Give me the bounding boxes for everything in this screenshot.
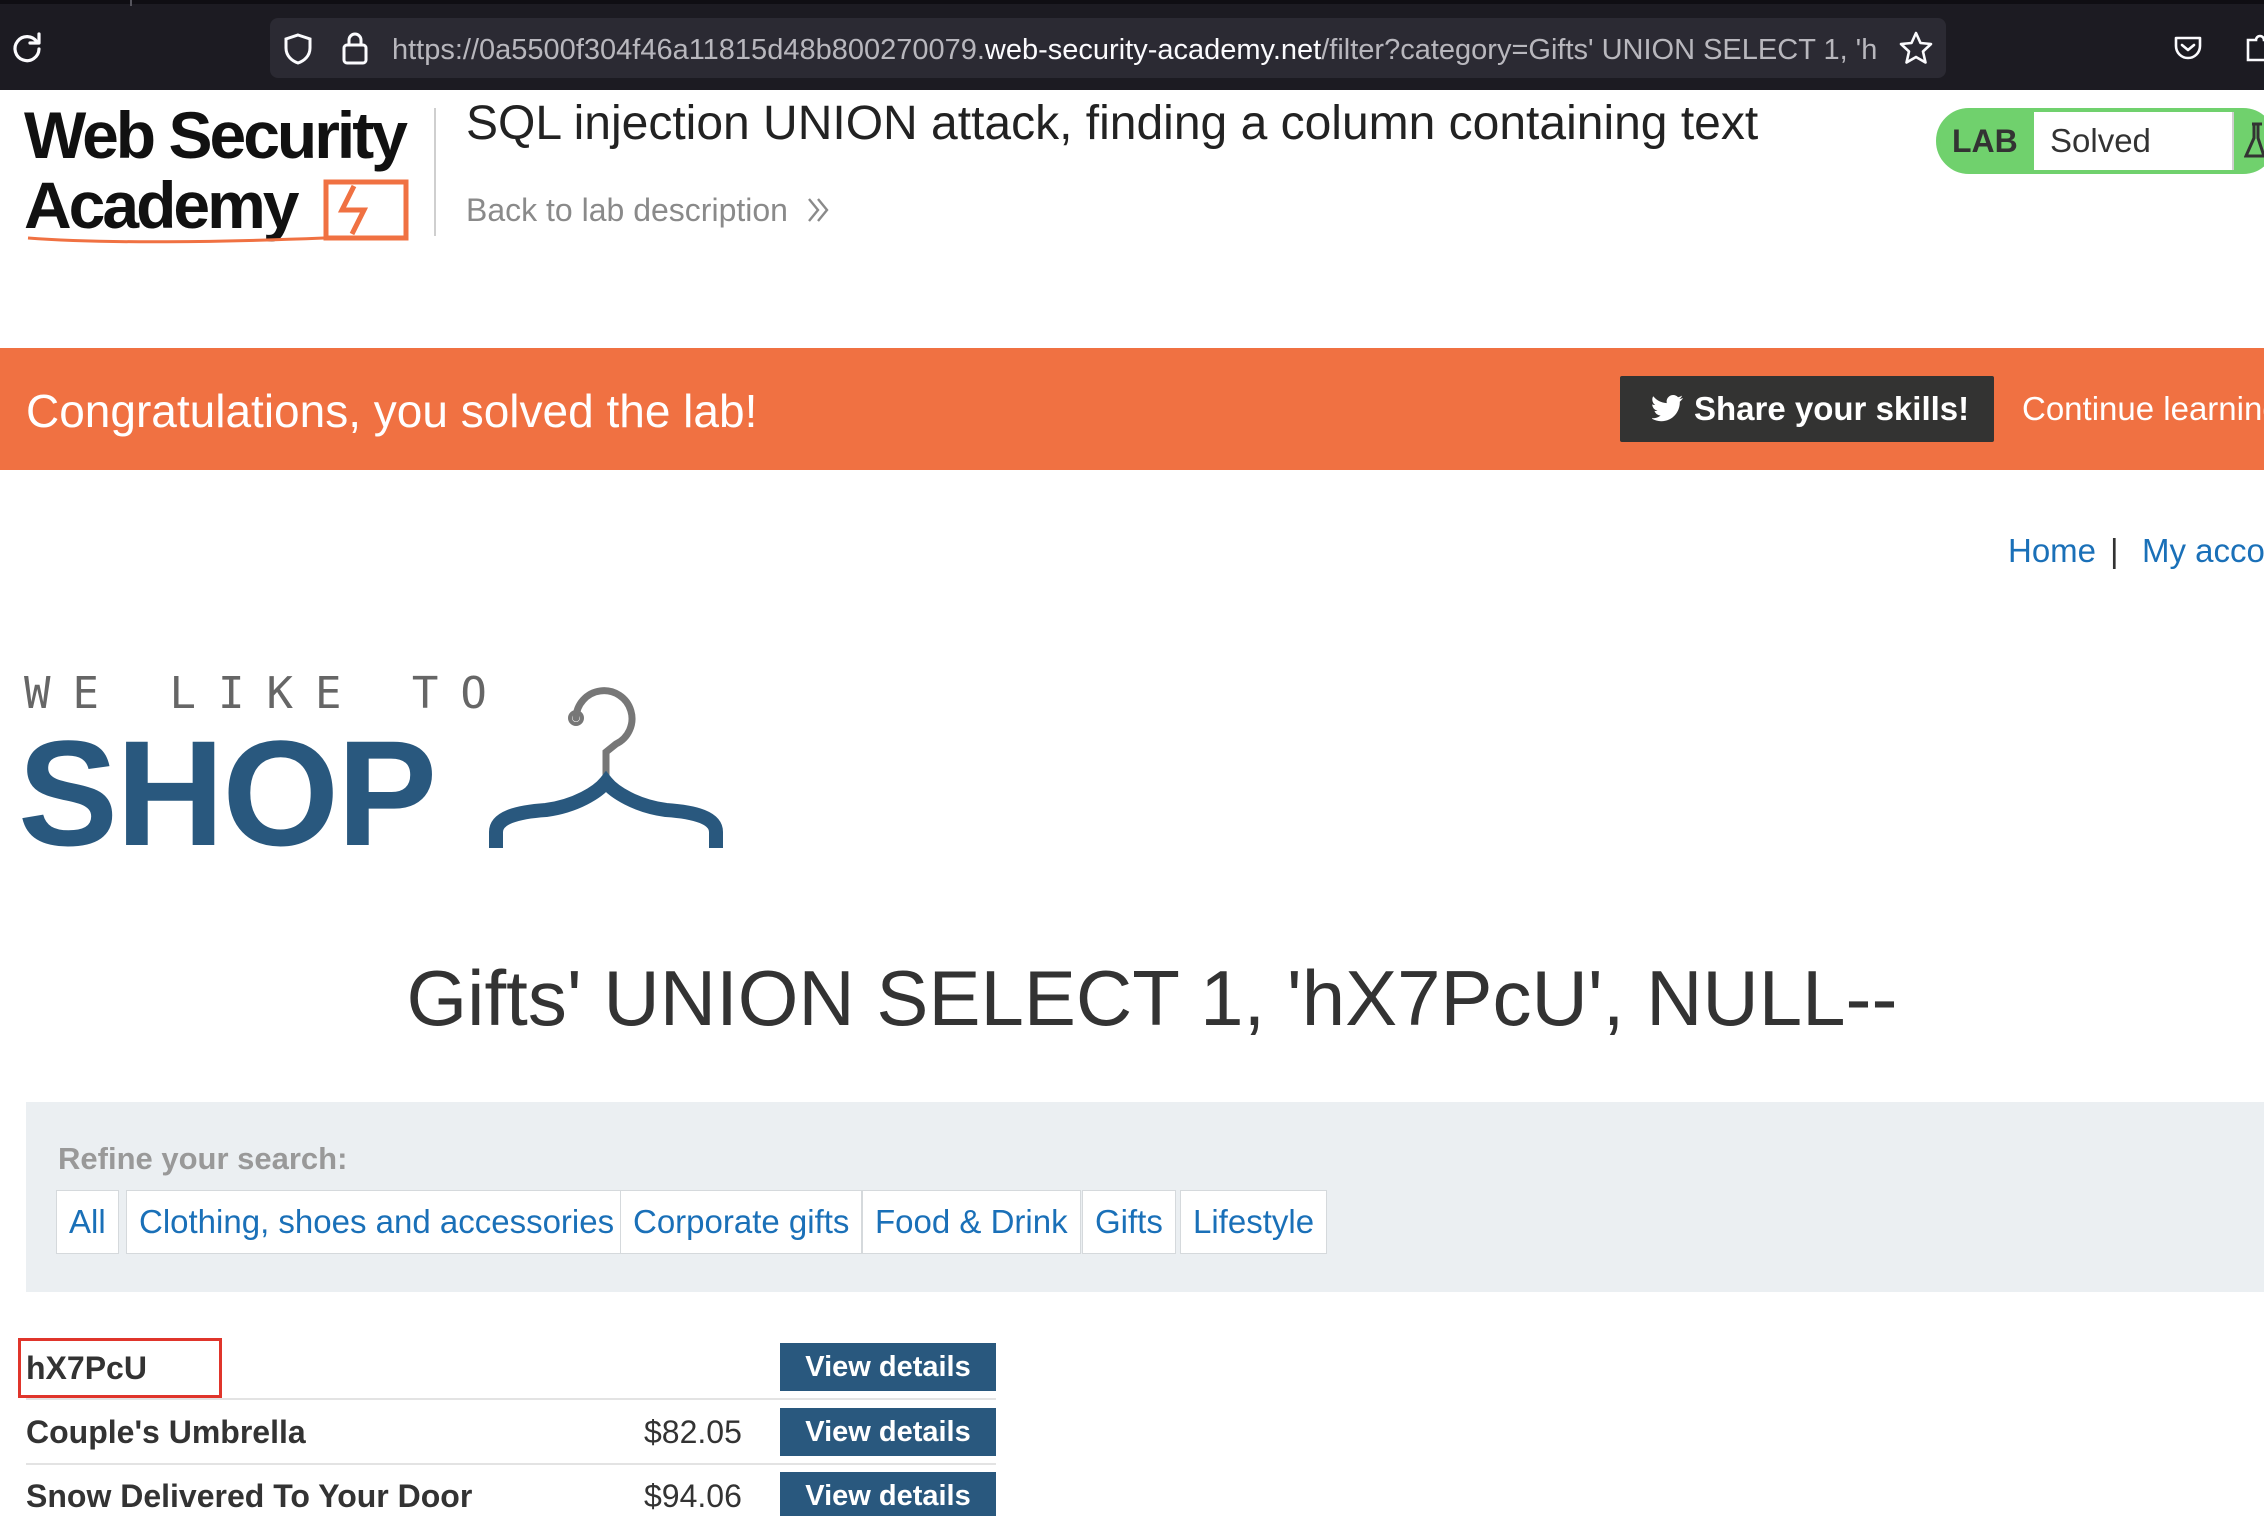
bookmark-star-icon[interactable]: [1898, 30, 1934, 66]
banner-message: Congratulations, you solved the lab!: [26, 385, 758, 437]
continue-learning-link[interactable]: Continue learning: [2022, 388, 2264, 430]
url-prefix: https://0a5500f304f46a11815d48b800270079…: [392, 34, 985, 66]
shop-brand: SHOP: [18, 709, 437, 877]
view-details-button[interactable]: View details: [780, 1343, 996, 1391]
nav-separator: |: [2110, 532, 2119, 569]
pocket-icon[interactable]: [2172, 32, 2204, 64]
view-details-button[interactable]: View details: [780, 1472, 996, 1516]
table-row-divider: [26, 1463, 996, 1465]
product-price: $94.06: [644, 1478, 742, 1514]
lab-status-value: Solved: [2050, 122, 2151, 159]
product-name: Couple's Umbrella: [26, 1414, 306, 1450]
reload-icon[interactable]: [10, 30, 44, 64]
product-name: hX7PcU: [26, 1350, 147, 1386]
nav-home-link[interactable]: Home: [2008, 530, 2096, 572]
url-path: /filter?category=Gifts' UNION SELECT 1, …: [1321, 34, 1878, 66]
svg-text:Academy: Academy: [24, 168, 300, 242]
table-row-divider: [26, 1398, 996, 1400]
web-security-academy-logo[interactable]: Web Security Academy: [24, 98, 434, 252]
url-domain: web-security-academy.net: [984, 34, 1322, 66]
share-skills-label[interactable]: Share your skills!: [1694, 388, 1969, 430]
tab-strip-edge: [0, 0, 2264, 4]
nav-my-account-link[interactable]: My account: [2142, 530, 2264, 572]
filter-lifestyle[interactable]: Lifestyle: [1180, 1190, 1328, 1254]
category-heading: Gifts' UNION SELECT 1, 'hX7PcU', NULL--: [406, 954, 1898, 1042]
product-name: Snow Delivered To Your Door: [26, 1478, 473, 1514]
shield-icon[interactable]: [282, 32, 314, 66]
svg-text:Web Security: Web Security: [24, 102, 408, 172]
lab-status-tag: LAB: [1952, 123, 2018, 159]
back-to-lab-description-link[interactable]: Back to lab description: [466, 190, 788, 230]
url-text[interactable]: https://0a5500f304f46a11815d48b800270079…: [392, 30, 1882, 70]
header-divider: [434, 108, 436, 236]
chevron-double-right-icon[interactable]: [806, 196, 830, 224]
hanger-icon: [489, 687, 723, 848]
filter-clothing[interactable]: Clothing, shoes and accessories: [126, 1190, 628, 1254]
lab-title: SQL injection UNION attack, finding a co…: [466, 97, 1759, 150]
refine-search-label: Refine your search:: [58, 1141, 348, 1176]
flask-icon: [2244, 122, 2264, 158]
filter-food-drink[interactable]: Food & Drink: [862, 1190, 1081, 1254]
academy-logo-mark: Web Security Academy: [24, 98, 411, 244]
tab-divider: [130, 0, 132, 6]
filter-all[interactable]: All: [56, 1190, 119, 1254]
product-price: $82.05: [644, 1414, 742, 1450]
extension-icon[interactable]: [2244, 30, 2264, 66]
filter-corporate-gifts[interactable]: Corporate gifts: [620, 1190, 863, 1254]
filter-gifts[interactable]: Gifts: [1082, 1190, 1176, 1254]
lock-icon[interactable]: [340, 30, 370, 66]
view-details-button[interactable]: View details: [780, 1408, 996, 1456]
twitter-icon[interactable]: [1652, 394, 1684, 422]
